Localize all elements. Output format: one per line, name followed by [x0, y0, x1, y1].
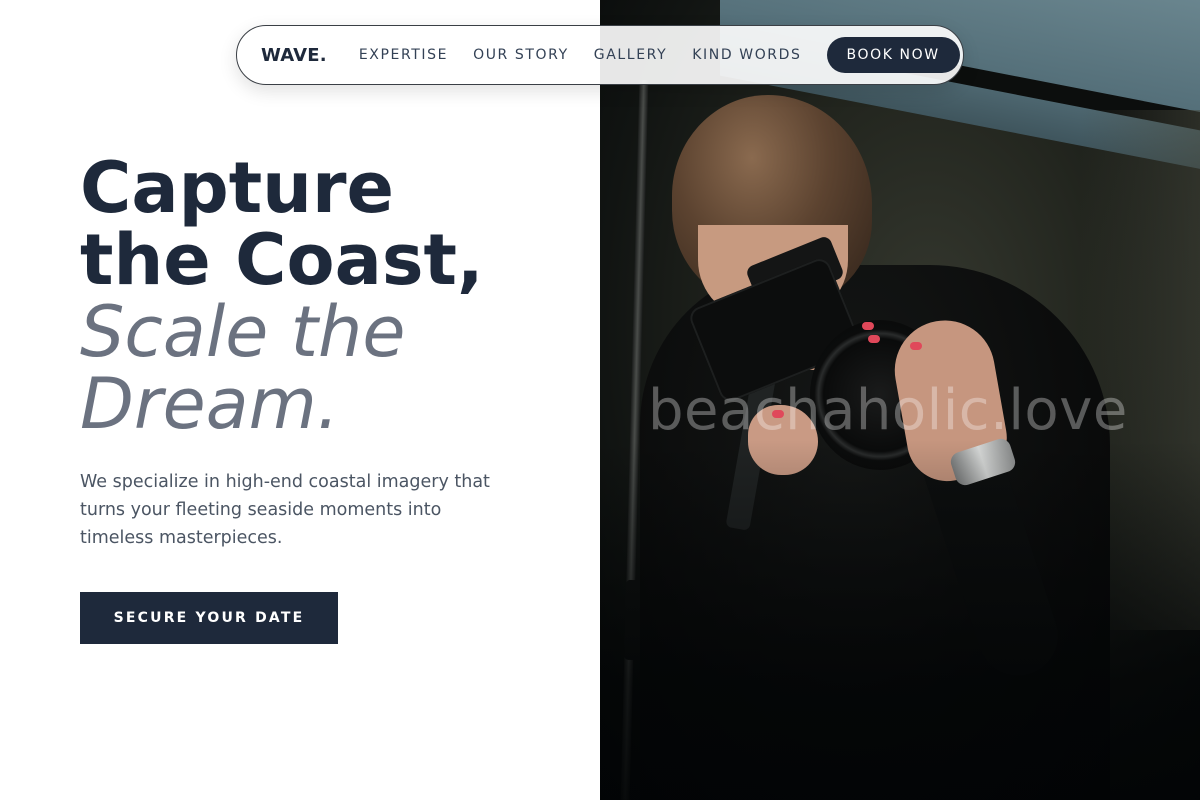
brand-logo[interactable]: WAVE.: [261, 45, 327, 66]
nav-link-gallery[interactable]: GALLERY: [594, 47, 667, 63]
photo-watermark: beachaholic.love: [648, 378, 1128, 443]
headline-italic-line-2: Dream.: [80, 363, 340, 445]
hero-headline: Capture the Coast, Scale the Dream.: [80, 152, 580, 440]
headline-italic-line-1: Scale the: [80, 291, 406, 373]
hero-description: We specialize in high-end coastal imager…: [80, 472, 490, 548]
nav-link-our-story[interactable]: OUR STORY: [473, 47, 569, 63]
nav-link-expertise[interactable]: EXPERTISE: [359, 47, 448, 63]
hero-photo: beachaholic.love: [600, 0, 1200, 800]
headline-line-2: the Coast,: [80, 219, 484, 301]
nav-link-kind-words[interactable]: KIND WORDS: [692, 47, 801, 63]
top-nav: WAVE. EXPERTISE OUR STORY GALLERY KIND W…: [236, 25, 964, 85]
secure-your-date-button[interactable]: SECURE YOUR DATE: [80, 592, 338, 644]
headline-line-1: Capture: [80, 147, 395, 229]
book-now-button[interactable]: BOOK NOW: [826, 37, 960, 73]
